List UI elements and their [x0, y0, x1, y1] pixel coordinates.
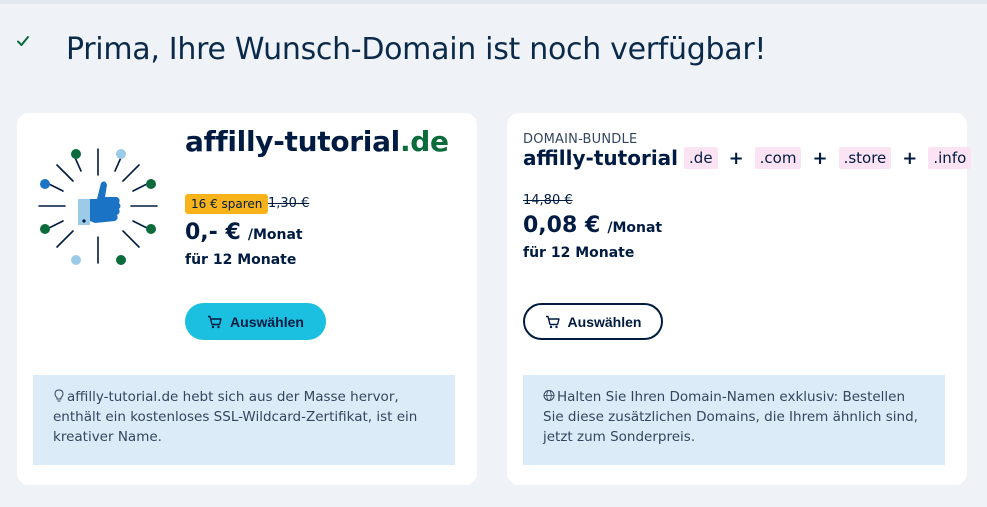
select-domain-button-label: Auswählen [230, 313, 304, 330]
bundle-domains: affilly-tutorial .de + .com + .store + .… [523, 146, 972, 170]
tld-chip: .info [928, 147, 972, 169]
tld-chip: .com [754, 147, 802, 169]
cart-icon [545, 315, 560, 328]
thumbs-up-icon [38, 148, 158, 265]
plus-sign: + [728, 147, 744, 169]
old-price: 14,80 € [523, 193, 573, 208]
bundle-info-box: Halten Sie Ihren Domain-Namen exklusiv: … [523, 375, 945, 465]
bundle-label: DOMAIN-BUNDLE [523, 132, 638, 147]
tld-chip: .de [684, 147, 718, 169]
cart-icon [208, 315, 222, 328]
page-title: Prima, Ihre Wunsch-Domain ist noch verfü… [66, 32, 767, 67]
select-domain-button[interactable]: Auswählen [185, 303, 326, 340]
top-divider [0, 0, 987, 4]
price-value: 0,- € [185, 220, 241, 245]
price: 0,- € /Monat [185, 220, 303, 245]
old-price: 1,30 € [268, 196, 310, 211]
price-unit: /Monat [247, 227, 303, 243]
domain-bundle-card: DOMAIN-BUNDLE affilly-tutorial .de + .co… [507, 113, 972, 485]
select-bundle-button[interactable]: Auswählen [523, 303, 663, 340]
globe-icon [543, 390, 555, 401]
check-icon [17, 36, 29, 46]
price-unit: /Monat [607, 220, 663, 236]
savings-badge: 16 € sparen [185, 194, 269, 214]
domain-name-base: affilly-tutorial [185, 125, 400, 158]
bundle-name: affilly-tutorial [523, 146, 679, 170]
lightbulb-icon [54, 389, 64, 402]
price-term: für 12 Monate [523, 245, 635, 261]
domain-info-box: affilly-tutorial.de hebt sich aus der Ma… [33, 375, 455, 465]
plus-sign: + [902, 147, 918, 169]
price-term: für 12 Monate [185, 252, 297, 268]
price: 0,08 € /Monat [523, 213, 662, 238]
tld-chip: .store [838, 147, 892, 169]
domain-info-text: affilly-tutorial.de hebt sich aus der Ma… [53, 389, 418, 445]
select-bundle-button-label: Auswählen [567, 313, 642, 330]
plus-sign: + [812, 147, 828, 169]
domain-name: affilly-tutorial.de [185, 125, 449, 158]
domain-tld: .de [399, 125, 449, 158]
bundle-info-text: Halten Sie Ihren Domain-Namen exklusiv: … [543, 389, 918, 445]
domain-offer-card: affilly-tutorial.de 16 € sparen 1,30 € 0… [17, 113, 477, 485]
price-value: 0,08 € [523, 213, 601, 238]
